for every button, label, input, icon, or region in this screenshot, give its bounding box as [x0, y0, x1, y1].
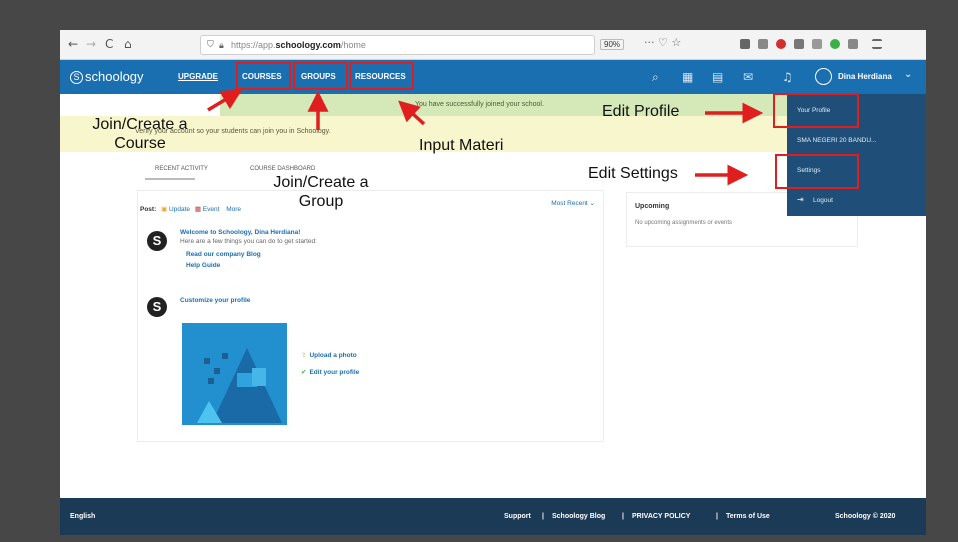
menu-icon[interactable]	[872, 39, 882, 49]
annotation-join-course-line1: Join/Create a	[92, 116, 188, 133]
sidebar-icon[interactable]	[758, 39, 768, 49]
recent-activity-feed: Post: ▣ Update ▦ Event More Most Recent …	[137, 190, 604, 442]
help-guide-link[interactable]: Help Guide	[186, 262, 220, 269]
checkmark-icon: ✔	[301, 368, 307, 376]
company-blog-link[interactable]: Read our company Blog	[186, 251, 261, 258]
reload-icon[interactable]: C	[105, 37, 113, 51]
annotation-join-course-line2: Course	[114, 135, 166, 152]
logo-mark: S	[70, 71, 83, 85]
download-icon[interactable]	[812, 39, 822, 49]
footer-terms-link[interactable]: Terms of Use	[726, 513, 770, 520]
menu-logout[interactable]: Logout	[813, 197, 833, 204]
upload-photo-label: Upload a photo	[309, 352, 357, 359]
footer-separator: |	[542, 513, 544, 520]
success-banner-text: You have successfully joined your school…	[415, 101, 544, 108]
post-label: Post:	[140, 206, 157, 213]
language-selector[interactable]: English	[70, 513, 95, 520]
post-toolbar: Post: ▣ Update ▦ Event More	[140, 205, 241, 213]
edit-profile-label: Edit your profile	[309, 369, 360, 376]
footer-separator: |	[716, 513, 718, 520]
schoology-logo[interactable]: Sschoology	[70, 69, 144, 85]
address-bar[interactable]: ⛉ 🔒︎ https://app.schoology.com/home	[200, 35, 595, 55]
success-banner: You have successfully joined your school…	[220, 94, 810, 116]
annotation-join-group: Join/Create a Group	[258, 173, 384, 211]
annotation-edit-profile: Edit Profile	[602, 103, 680, 120]
url-domain: schoology.com	[275, 40, 341, 50]
settings-highlight-box	[775, 154, 859, 189]
schoology-avatar: S	[147, 297, 167, 317]
annotation-edit-settings: Edit Settings	[588, 165, 678, 182]
search-icon[interactable]: ⌕	[652, 70, 659, 85]
footer-separator: |	[622, 513, 624, 520]
customize-profile-link[interactable]: Customize your profile	[180, 297, 250, 304]
footer-blog-link[interactable]: Schoology Blog	[552, 513, 605, 520]
logo-text: schoology	[85, 69, 144, 84]
schoology-avatar: S	[147, 231, 167, 251]
browser-toolbar: ← → C ⌂ ⛉ 🔒︎ https://app.schoology.com/h…	[60, 30, 926, 60]
extension-grid-icon[interactable]	[848, 39, 858, 49]
extension-icon[interactable]	[794, 39, 804, 49]
apps-icon[interactable]: ▦	[682, 70, 693, 84]
tab-recent-activity[interactable]: RECENT ACTIVITY	[155, 166, 208, 172]
upcoming-empty-text: No upcoming assignments or events	[635, 220, 733, 226]
post-update-button[interactable]: Update	[169, 206, 190, 213]
lock-icon: 🔒︎	[219, 40, 224, 50]
annotation-join-group-line2: Group	[298, 193, 344, 210]
upcoming-title: Upcoming	[635, 203, 670, 210]
upload-icon: ⇧	[301, 351, 307, 359]
footer-copyright: Schoology © 2020	[835, 513, 896, 520]
update-icon: ▣	[161, 205, 168, 213]
groups-highlight-box	[293, 62, 348, 90]
user-avatar[interactable]	[815, 68, 832, 85]
extension-green-icon[interactable]	[830, 39, 840, 49]
url-text: https://app.schoology.com/home	[231, 40, 366, 50]
messages-icon[interactable]: ✉	[743, 70, 753, 84]
menu-school[interactable]: SMA NEGERI 20 BANDU...	[797, 137, 876, 144]
chevron-down-icon[interactable]: ⌄	[904, 69, 912, 80]
app-header: Sschoology UPGRADE COURSES GROUPS RESOUR…	[60, 60, 926, 94]
your-profile-highlight-box	[773, 93, 859, 128]
calendar-icon[interactable]: ▤	[712, 70, 723, 84]
welcome-title[interactable]: Welcome to Schoology, Dina Herdiana!	[180, 229, 300, 236]
tab-course-dashboard[interactable]: COURSE DASHBOARD	[250, 166, 315, 172]
forward-icon[interactable]: →	[86, 37, 96, 51]
home-icon[interactable]: ⌂	[124, 37, 132, 51]
annotation-join-course: Join/Create a Course	[80, 115, 200, 153]
footer-privacy-link[interactable]: PRIVACY POLICY	[632, 513, 690, 520]
user-name[interactable]: Dina Herdiana	[838, 72, 892, 81]
active-tab-indicator	[145, 178, 195, 180]
url-prefix: https://app.	[231, 40, 276, 50]
url-path: /home	[340, 40, 366, 50]
logout-icon: ⇥	[797, 195, 804, 204]
post-more-button[interactable]: More	[226, 206, 241, 213]
edit-profile-link[interactable]: ✔ Edit your profile	[301, 368, 359, 376]
post-event-button[interactable]: Event	[203, 206, 220, 213]
zoom-level[interactable]: 90%	[600, 39, 625, 50]
extension-red-icon[interactable]	[776, 39, 786, 49]
shield-icon: ⛉	[207, 40, 214, 50]
footer-support-link[interactable]: Support	[504, 513, 531, 520]
sort-dropdown[interactable]: Most Recent ⌄	[551, 199, 595, 207]
event-icon: ▦	[194, 205, 201, 213]
page-actions[interactable]: ··· ♡ ☆	[644, 36, 681, 49]
annotation-join-group-line1: Join/Create a	[273, 174, 369, 191]
back-icon[interactable]: ←	[68, 37, 78, 51]
annotation-input-materi: Input Materi	[419, 137, 504, 154]
library-icon[interactable]	[740, 39, 750, 49]
upload-photo-link[interactable]: ⇧ Upload a photo	[301, 351, 357, 359]
page-footer: English Support | Schoology Blog | PRIVA…	[60, 498, 926, 535]
courses-highlight-box	[236, 62, 291, 90]
resources-highlight-box	[349, 62, 414, 90]
notifications-icon[interactable]: ♫	[782, 70, 793, 84]
welcome-subtitle: Here are a few things you can do to get …	[180, 238, 317, 245]
profile-illustration	[182, 323, 287, 425]
nav-upgrade[interactable]: UPGRADE	[178, 72, 218, 81]
